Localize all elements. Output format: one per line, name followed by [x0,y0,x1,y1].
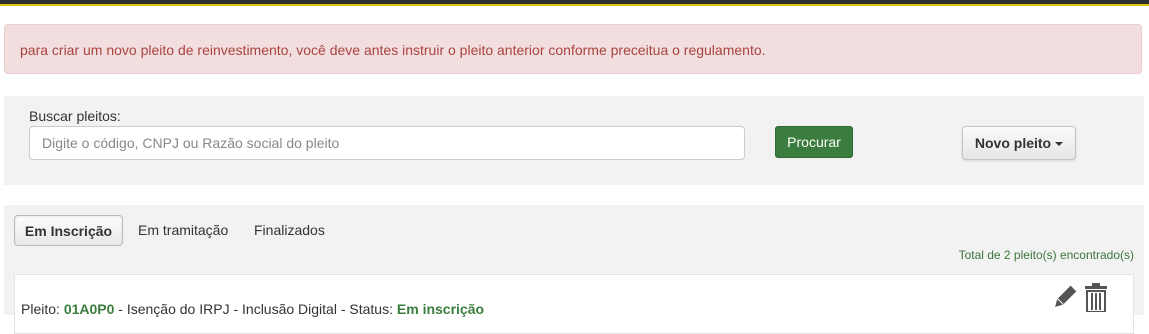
top-header-bar [0,0,1149,6]
tab-em-tramitacao[interactable]: Em tramitação [138,215,228,246]
search-panel: Buscar pleitos: Procurar Novo pleito [4,96,1144,185]
edit-icon[interactable] [1051,283,1079,311]
pleito-prefix: Pleito: [21,301,60,317]
new-pleito-label: Novo pleito [974,135,1052,151]
pleitos-list-panel: Em Inscrição Em tramitação Finalizados T… [4,205,1144,334]
pleito-card: Pleito: 01A0P0 - Isenção do IRPJ - Inclu… [14,274,1134,334]
search-button[interactable]: Procurar [775,126,853,158]
caret-down-icon [1055,142,1064,147]
tab-em-inscricao[interactable]: Em Inscrição [14,215,123,246]
search-label: Buscar pleitos: [29,108,121,124]
pleito-description: - Isenção do IRPJ - Inclusão Digital - [118,301,346,317]
tab-finalizados[interactable]: Finalizados [254,215,325,246]
pleito-summary: Pleito: 01A0P0 - Isenção do IRPJ - Inclu… [21,301,484,317]
search-input[interactable] [29,126,745,160]
results-count: Total de 2 pleito(s) encontrado(s) [958,248,1134,262]
new-pleito-dropdown-button[interactable]: Novo pleito [962,126,1076,160]
status-prefix: Status: [349,301,393,317]
pleito-code[interactable]: 01A0P0 [64,301,115,317]
alert-message: para criar um novo pleito de reinvestime… [20,42,766,58]
warning-alert: para criar um novo pleito de reinvestime… [4,24,1142,74]
status-value: Em inscrição [396,301,485,317]
